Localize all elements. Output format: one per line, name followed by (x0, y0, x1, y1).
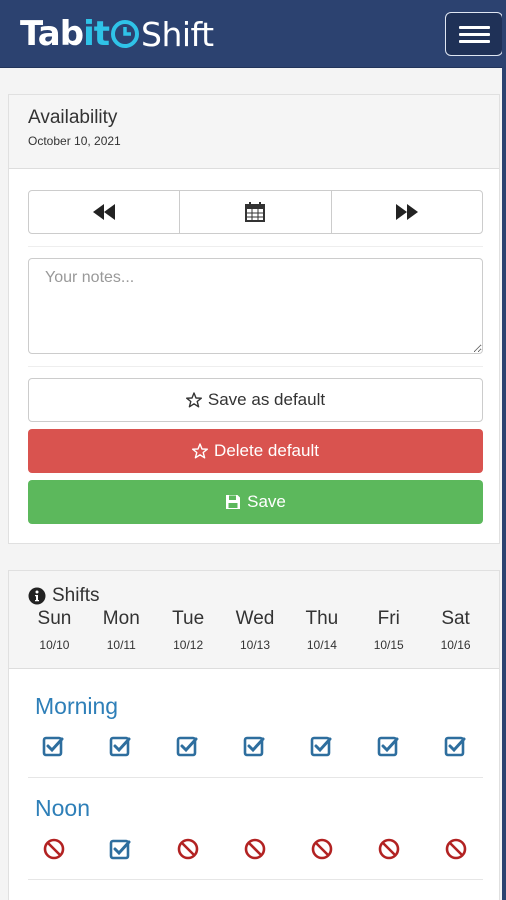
day-name: Sat (441, 608, 470, 629)
day-date: 10/16 (440, 638, 471, 652)
check-square-icon[interactable] (222, 735, 289, 757)
save-label: Save (247, 492, 286, 511)
fast-backward-icon (93, 204, 116, 220)
floppy-disk-icon (225, 494, 241, 510)
calendar-button[interactable] (180, 191, 332, 233)
brand-part-3: Shift (141, 14, 214, 54)
shift-row-noon (21, 838, 489, 860)
save-as-default-button[interactable]: Save as default (28, 378, 483, 422)
top-navbar: Tab it Shift (0, 0, 503, 68)
shift-label-morning: Morning (35, 693, 119, 719)
ban-icon[interactable] (288, 838, 355, 860)
check-square-icon[interactable] (21, 735, 88, 757)
save-as-default-label: Save as default (207, 390, 326, 409)
day-name: Wed (235, 608, 275, 629)
day-column: Fri 10/15 (355, 608, 422, 652)
ban-icon[interactable] (422, 838, 489, 860)
day-name: Sun (37, 608, 72, 629)
check-square-icon[interactable] (88, 735, 155, 757)
save-button[interactable]: Save (28, 480, 483, 524)
day-columns: Sun 10/10 Mon 10/11 Tue 10/12 Wed 10/13 Thu 10/14… (21, 608, 489, 652)
day-column: Mon 10/11 (88, 608, 155, 652)
shifts-title: Shifts (28, 585, 100, 607)
check-square-icon[interactable] (288, 735, 355, 757)
day-column: Thu 10/14 (288, 608, 355, 652)
day-name: Fri (377, 608, 400, 629)
day-date: 10/12 (173, 638, 204, 652)
availability-header: Availability October 10, 2021 (9, 95, 499, 169)
brand-part-1: Tab (20, 14, 84, 54)
day-date: 10/11 (106, 638, 136, 652)
divider (28, 246, 483, 247)
date-navigation (28, 190, 483, 234)
day-name: Mon (102, 608, 140, 629)
shifts-panel: Shifts Sun 10/10 Mon 10/11 Tue 10/12 Wed 10/13 T… (8, 570, 500, 900)
menu-toggle-button[interactable] (445, 12, 503, 56)
availability-panel: Availability October 10, 2021 Save as de… (8, 94, 500, 544)
ban-icon[interactable] (222, 838, 289, 860)
previous-week-button[interactable] (29, 191, 181, 233)
info-circle-icon (28, 587, 46, 605)
brand-logo[interactable]: Tab it Shift (20, 14, 214, 54)
ban-icon[interactable] (155, 838, 222, 860)
ban-icon[interactable] (355, 838, 422, 860)
day-column: Wed 10/13 (222, 608, 289, 652)
day-date: 10/13 (239, 638, 271, 652)
availability-title: Availability (28, 107, 118, 128)
scrollbar-track (502, 0, 506, 900)
calendar-icon (245, 202, 266, 222)
day-date: 10/14 (306, 638, 337, 652)
clock-icon (111, 20, 140, 48)
day-date: 10/15 (373, 638, 404, 652)
shifts-title-text: Shifts (52, 585, 100, 606)
availability-date: October 10, 2021 (28, 134, 121, 148)
shifts-header: Shifts Sun 10/10 Mon 10/11 Tue 10/12 Wed 10/13 T… (9, 571, 499, 669)
next-week-button[interactable] (332, 191, 482, 233)
hamburger-bar (459, 33, 490, 36)
star-icon (192, 443, 209, 459)
day-date: 10/10 (39, 638, 70, 652)
day-column: Tue 10/12 (155, 608, 222, 652)
fast-forward-icon (395, 204, 418, 220)
hamburger-bar (459, 40, 490, 43)
shift-label-noon: Noon (35, 795, 90, 821)
divider (28, 879, 483, 880)
check-square-icon[interactable] (422, 735, 489, 757)
notes-textarea[interactable] (28, 258, 483, 354)
delete-default-label: Delete default (214, 441, 319, 460)
divider (28, 366, 483, 367)
hamburger-bar (459, 26, 490, 29)
check-square-icon[interactable] (155, 735, 222, 757)
divider (28, 777, 483, 778)
day-column: Sat 10/16 (422, 608, 489, 652)
star-icon (185, 392, 202, 408)
check-square-icon[interactable] (355, 735, 422, 757)
day-name: Tue (172, 608, 205, 629)
delete-default-button[interactable]: Delete default (28, 429, 483, 473)
ban-icon[interactable] (21, 838, 88, 860)
brand-part-2: it (83, 14, 110, 54)
check-square-icon[interactable] (88, 838, 155, 860)
day-column: Sun 10/10 (21, 608, 88, 652)
shift-row-morning (21, 735, 489, 757)
day-name: Thu (305, 608, 339, 629)
